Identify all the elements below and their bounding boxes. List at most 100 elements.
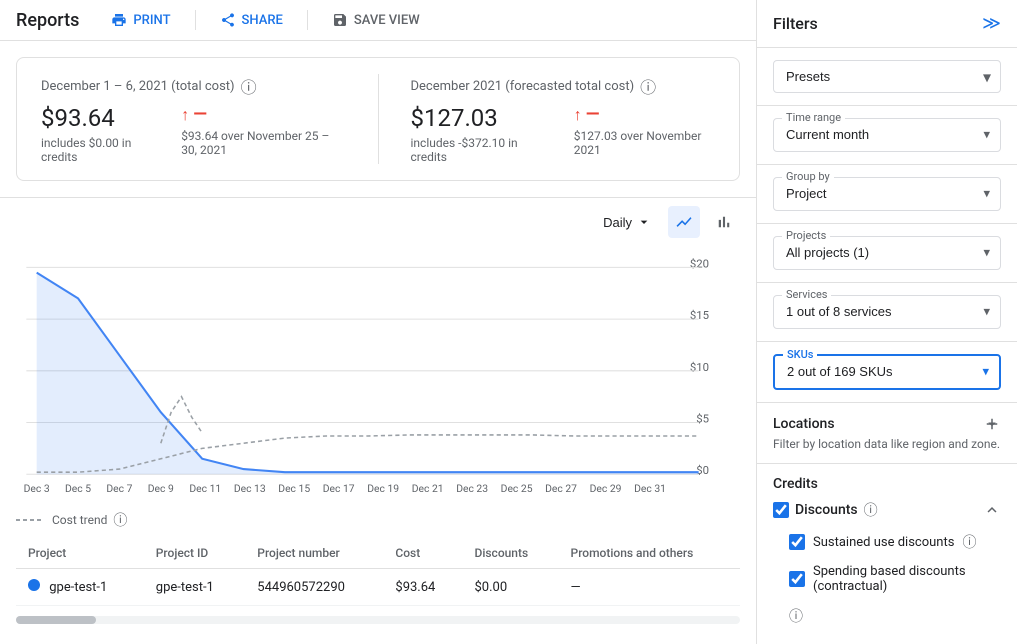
- cost-chart: $20 $15 $10 $5 $0 D: [16, 246, 740, 506]
- svg-text:Dec 13: Dec 13: [234, 482, 266, 495]
- svg-text:Dec 9: Dec 9: [148, 482, 174, 495]
- card2-subtitle: includes -$372.10 in credits: [411, 136, 542, 164]
- print-button[interactable]: PRINT: [103, 8, 178, 32]
- legend-help-icon[interactable]: ⓘ: [113, 510, 127, 530]
- time-range-label: Time range: [782, 111, 845, 124]
- services-section: Services 1 out of 8 services ▾: [757, 283, 1017, 342]
- sustained-use-label: Sustained use discounts: [813, 535, 954, 550]
- sustained-use-row: Sustained use discounts ⓘ: [773, 526, 1001, 558]
- spending-based-label: Spending based discounts(contractual): [813, 564, 966, 594]
- spending-based-row: Spending based discounts(contractual): [773, 558, 1001, 600]
- skus-select[interactable]: 2 out of 169 SKUs: [787, 364, 987, 379]
- credits-header: Credits: [773, 476, 1001, 492]
- print-icon: [111, 12, 127, 28]
- scrollbar-track[interactable]: [16, 616, 740, 624]
- bar-chart-icon: [715, 213, 733, 231]
- svg-text:$10: $10: [690, 360, 709, 374]
- card1-subtitle: includes $0.00 in credits: [41, 136, 149, 164]
- area-fill: [37, 273, 699, 475]
- share-label: SHARE: [242, 13, 283, 28]
- arrow-up-icon-2: ↑: [574, 105, 582, 125]
- card1-change: ↑ — $93.64 over November 25 – 30, 2021: [181, 104, 345, 164]
- card1-pair: $93.64 includes $0.00 in credits ↑ — $93…: [41, 104, 346, 164]
- cell-cost: $93.64: [383, 569, 462, 606]
- cell-project: gpe-test-1: [16, 569, 144, 606]
- svg-text:$15: $15: [690, 308, 709, 322]
- arrow-up-icon: ↑: [181, 105, 189, 125]
- skus-section: SKUs 2 out of 169 SKUs ▾: [757, 342, 1017, 403]
- card2-amount: $127.03: [411, 104, 542, 132]
- scrollbar-thumb[interactable]: [16, 616, 96, 624]
- skus-fieldset: SKUs 2 out of 169 SKUs ▾: [773, 354, 1001, 390]
- discounts-collapse-icon[interactable]: [983, 501, 1001, 519]
- save-view-button[interactable]: SAVE VIEW: [324, 8, 428, 32]
- chart-legend: Cost trend ⓘ: [16, 510, 740, 530]
- cell-project-id: gpe-test-1: [144, 569, 246, 606]
- summary-cards: December 1 – 6, 2021 (total cost) ⓘ $93.…: [16, 57, 740, 181]
- line-chart-icon: [675, 213, 693, 231]
- card1-change-row: ↑ —: [181, 104, 345, 125]
- filters-header: Filters ≫: [757, 0, 1017, 48]
- time-range-select[interactable]: Current month Last 7 days Last 30 days L…: [786, 127, 988, 142]
- group-by-fieldset: Group by Project Service SKU Region ▾: [773, 177, 1001, 211]
- locations-header[interactable]: Locations: [773, 415, 1001, 433]
- sustained-use-checkbox[interactable]: [789, 534, 805, 550]
- col-cost: Cost: [383, 538, 462, 569]
- share-button[interactable]: SHARE: [212, 8, 291, 32]
- granularity-select[interactable]: Daily: [595, 210, 660, 234]
- card1-title: December 1 – 6, 2021 (total cost) ⓘ: [41, 74, 346, 98]
- dash-icon-2: —: [586, 104, 600, 125]
- card-divider: [378, 74, 379, 164]
- table-header: Project Project ID Project number Cost D…: [16, 538, 740, 569]
- locations-subtitle: Filter by location data like region and …: [773, 437, 1001, 451]
- card2-title: December 2021 (forecasted total cost) ⓘ: [411, 74, 716, 98]
- discounts-checkbox[interactable]: [773, 502, 789, 518]
- svg-text:Dec 31: Dec 31: [634, 482, 666, 495]
- projects-select[interactable]: All projects (1): [786, 245, 988, 260]
- group-by-section: Group by Project Service SKU Region ▾: [757, 165, 1017, 224]
- chevron-down-icon: [636, 214, 652, 230]
- filters-title: Filters: [773, 14, 818, 33]
- svg-text:Dec 3: Dec 3: [24, 482, 50, 495]
- discounts-help-icon[interactable]: ⓘ: [864, 500, 878, 520]
- legend-label: Cost trend: [52, 513, 107, 527]
- spending-based-checkbox[interactable]: [789, 571, 805, 587]
- credits-title: Credits: [773, 476, 818, 492]
- projects-fieldset: Projects All projects (1) ▾: [773, 236, 1001, 270]
- services-select[interactable]: 1 out of 8 services: [786, 304, 988, 319]
- line-chart-button[interactable]: [668, 206, 700, 238]
- svg-text:Dec 19: Dec 19: [367, 482, 399, 495]
- summary-card-1: December 1 – 6, 2021 (total cost) ⓘ $93.…: [41, 74, 346, 164]
- collapse-filters-button[interactable]: ≫: [982, 13, 1001, 34]
- services-label: Services: [782, 288, 831, 301]
- card2-pair: $127.03 includes -$372.10 in credits ↑ —…: [411, 104, 716, 164]
- svg-text:Dec 17: Dec 17: [323, 482, 355, 495]
- main-header: Reports PRINT SHARE SAVE VIEW: [0, 0, 756, 41]
- card1-help-icon[interactable]: ⓘ: [241, 74, 257, 98]
- svg-text:Dec 23: Dec 23: [456, 482, 488, 495]
- save-icon: [332, 12, 348, 28]
- credits-help-icon[interactable]: ⓘ: [789, 606, 803, 626]
- card1-amount: $93.64: [41, 104, 149, 132]
- locations-title: Locations: [773, 416, 835, 432]
- bar-chart-button[interactable]: [708, 206, 740, 238]
- sustained-use-help-icon[interactable]: ⓘ: [962, 532, 976, 552]
- table-scrollbar[interactable]: [16, 612, 740, 628]
- card2-change-row: ↑ —: [574, 104, 715, 125]
- cell-discounts: $0.00: [462, 569, 558, 606]
- svg-text:Dec 29: Dec 29: [590, 482, 622, 495]
- credits-help-row: ⓘ: [773, 606, 1001, 626]
- header-divider: [195, 10, 196, 30]
- card1-change-text: $93.64 over November 25 – 30, 2021: [181, 129, 345, 157]
- svg-text:$5: $5: [696, 412, 709, 426]
- cell-promotions: —: [559, 569, 740, 606]
- group-by-select[interactable]: Project Service SKU Region: [786, 186, 988, 201]
- summary-section: December 1 – 6, 2021 (total cost) ⓘ $93.…: [0, 41, 756, 198]
- presets-select[interactable]: Presets: [773, 60, 1001, 93]
- save-view-label: SAVE VIEW: [354, 13, 420, 28]
- table-section: Project Project ID Project number Cost D…: [0, 538, 756, 644]
- col-project-id: Project ID: [144, 538, 246, 569]
- card2-help-icon[interactable]: ⓘ: [640, 74, 656, 98]
- svg-text:Dec 11: Dec 11: [189, 482, 221, 495]
- svg-text:Dec 25: Dec 25: [501, 482, 533, 495]
